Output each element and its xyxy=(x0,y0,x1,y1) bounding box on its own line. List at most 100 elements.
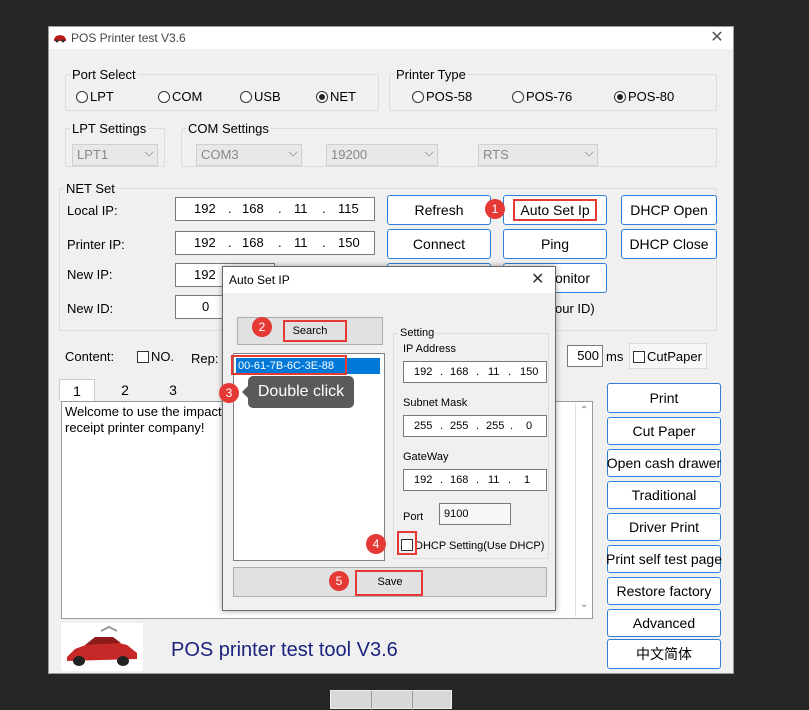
car-app-icon xyxy=(54,35,66,43)
tab-bar: 1 2 3 xyxy=(59,379,209,403)
dialog-title-bar: Auto Set IP ✕ xyxy=(223,267,555,293)
port-select-legend: Port Select xyxy=(72,67,136,82)
driver-print-button[interactable]: Driver Print xyxy=(607,513,721,541)
connect-button[interactable]: Connect xyxy=(387,229,491,259)
tab-1[interactable]: 1 xyxy=(59,379,95,401)
dhcp-checkbox[interactable]: DHCP Setting(Use DHCP) xyxy=(401,539,544,552)
radio-lpt[interactable]: LPT xyxy=(76,89,114,104)
radio-usb[interactable]: USB xyxy=(240,89,281,104)
close-icon[interactable]: ✕ xyxy=(707,28,727,48)
step-badge-1: 1 xyxy=(485,199,505,219)
title-bar: POS Printer test V3.6 ✕ xyxy=(49,27,733,49)
chevron-down-icon xyxy=(584,147,594,157)
car-logo-image xyxy=(61,623,143,671)
subnet-mask-field[interactable]: 255 . 255 . 255 . 0 xyxy=(403,415,547,437)
ms-label: ms xyxy=(606,349,624,364)
radio-dot xyxy=(158,91,170,103)
radio-net[interactable]: NET xyxy=(316,89,356,104)
radio-pos-80[interactable]: POS-80 xyxy=(614,89,674,104)
subnet-mask-label: Subnet Mask xyxy=(403,397,468,409)
cut-paper-checkbox[interactable]: CutPaper xyxy=(629,343,707,369)
radio-dot xyxy=(512,91,524,103)
com-settings-group: COM Settings COM3 19200 RTS xyxy=(181,121,717,167)
ping-button[interactable]: Ping xyxy=(503,229,607,259)
chevron-down-icon xyxy=(288,147,298,157)
step-badge-2: 2 xyxy=(252,317,272,337)
radio-pos-76[interactable]: POS-76 xyxy=(512,89,572,104)
content-label: Content: xyxy=(65,349,115,364)
checkbox-icon xyxy=(137,351,149,363)
restore-factory-button[interactable]: Restore factory xyxy=(607,577,721,605)
port-select-group: Port Select LPT COM USB NET xyxy=(65,67,379,111)
scrollbar[interactable]: ⌃ ⌄ xyxy=(575,403,591,617)
printer-type-legend: Printer Type xyxy=(396,67,466,82)
auto-set-ip-dialog: Auto Set IP ✕ Search 00-61-7B-6C-3E-88 S… xyxy=(222,266,556,611)
window-title: POS Printer test V3.6 xyxy=(71,31,186,45)
chevron-down-icon xyxy=(144,147,154,157)
local-ip-label: Local IP: xyxy=(67,203,118,218)
scroll-down-icon[interactable]: ⌄ xyxy=(580,599,588,610)
baud-rate-select[interactable]: 19200 xyxy=(326,144,438,166)
highlight-box xyxy=(231,355,347,375)
printer-type-group: Printer Type POS-58 POS-76 POS-80 xyxy=(389,67,717,111)
ip-address-field[interactable]: 192 . 168 . 11 . 150 xyxy=(403,361,547,383)
traditional-button[interactable]: Traditional xyxy=(607,481,721,509)
radio-pos-58[interactable]: POS-58 xyxy=(412,89,472,104)
dhcp-open-button[interactable]: DHCP Open xyxy=(621,195,717,225)
gateway-field[interactable]: 192 . 168 . 11 . 1 xyxy=(403,469,547,491)
advanced-button[interactable]: Advanced xyxy=(607,609,721,637)
footer-title: POS printer test tool V3.6 xyxy=(171,639,398,661)
highlight-box xyxy=(355,570,423,596)
port-field[interactable]: 9100 xyxy=(439,503,511,525)
tooltip-arrow xyxy=(242,386,248,398)
gateway-label: GateWay xyxy=(403,451,449,463)
lpt-settings-legend: LPT Settings xyxy=(72,121,147,136)
scroll-up-icon[interactable]: ⌃ xyxy=(580,405,588,416)
radio-dot xyxy=(412,91,424,103)
tab-3[interactable]: 3 xyxy=(155,379,191,401)
com-port-select[interactable]: COM3 xyxy=(196,144,302,166)
print-self-test-button[interactable]: Print self test page xyxy=(606,545,722,573)
tooltip: Double click xyxy=(248,376,354,408)
highlight-box xyxy=(513,199,597,221)
print-button[interactable]: Print xyxy=(607,383,721,413)
step-badge-5: 5 xyxy=(329,571,349,591)
net-set-legend: NET Set xyxy=(66,181,115,196)
com-settings-legend: COM Settings xyxy=(188,121,269,136)
no-checkbox[interactable]: NO. xyxy=(137,349,174,364)
open-cash-drawer-button[interactable]: Open cash drawer xyxy=(607,449,721,477)
local-ip-field[interactable]: 192 . 168 . 11 . 115 xyxy=(175,197,375,221)
dhcp-close-button[interactable]: DHCP Close xyxy=(621,229,717,259)
radio-com[interactable]: COM xyxy=(158,89,202,104)
dialog-title: Auto Set IP xyxy=(229,273,290,287)
lpt-select[interactable]: LPT1 xyxy=(72,144,158,166)
radio-dot xyxy=(76,91,88,103)
highlight-box xyxy=(283,320,347,342)
id-hint-text: our ID) xyxy=(555,301,595,316)
new-id-label: New ID: xyxy=(67,301,114,316)
radio-dot-selected xyxy=(316,91,328,103)
printer-ip-field[interactable]: 192 . 168 . 11 . 150 xyxy=(175,231,375,255)
rep-label: Rep: xyxy=(191,351,219,366)
ms-field[interactable]: 500 xyxy=(567,345,603,367)
taskbar-thumbnails xyxy=(330,690,452,710)
cut-paper-button[interactable]: Cut Paper xyxy=(607,417,721,445)
lpt-settings-group: LPT Settings LPT1 xyxy=(65,121,165,167)
refresh-button[interactable]: Refresh xyxy=(387,195,491,225)
chinese-simplified-button[interactable]: 中文简体 xyxy=(607,639,721,669)
port-label: Port xyxy=(403,511,424,523)
new-ip-label: New IP: xyxy=(67,267,113,282)
ip-address-label: IP Address xyxy=(403,343,456,355)
step-badge-3: 3 xyxy=(219,383,239,403)
flow-control-select[interactable]: RTS xyxy=(478,144,598,166)
chevron-down-icon xyxy=(424,147,434,157)
radio-dot xyxy=(240,91,252,103)
highlight-box xyxy=(397,531,417,555)
checkbox-icon xyxy=(633,351,645,363)
close-icon[interactable]: ✕ xyxy=(531,269,544,289)
setting-legend: Setting xyxy=(400,327,435,339)
printer-ip-label: Printer IP: xyxy=(67,237,125,252)
step-badge-4: 4 xyxy=(366,534,386,554)
tab-2[interactable]: 2 xyxy=(107,379,143,401)
radio-dot-selected xyxy=(614,91,626,103)
